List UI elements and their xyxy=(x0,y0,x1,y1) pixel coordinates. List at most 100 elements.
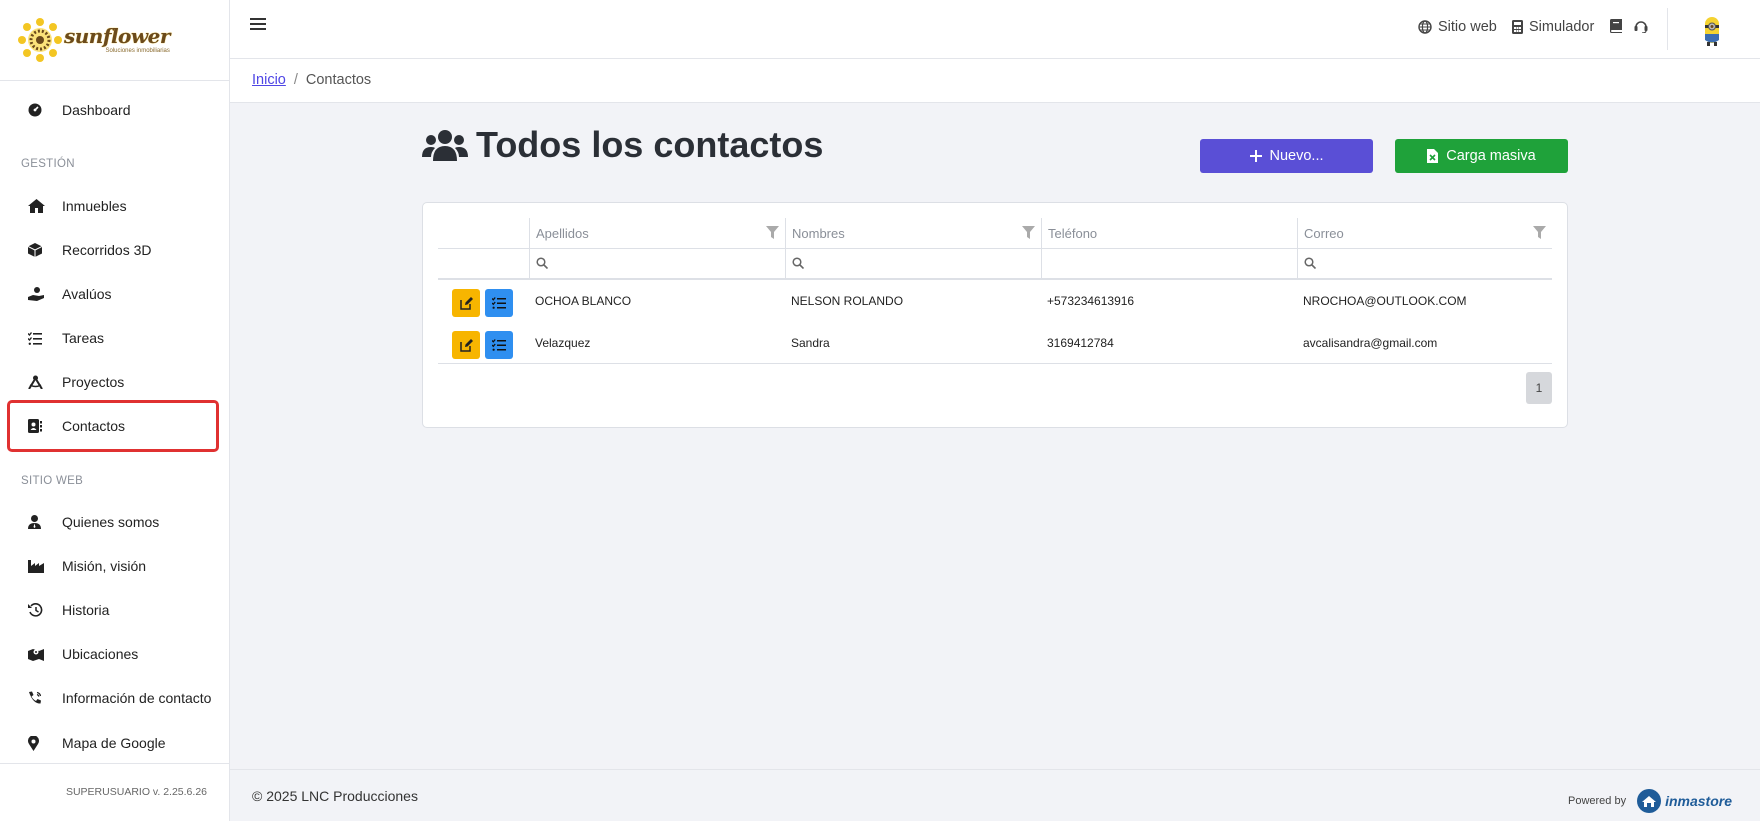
sidebar-item-label: Información de contacto xyxy=(62,690,212,706)
filter-icon[interactable] xyxy=(1533,226,1546,242)
list-check-icon xyxy=(492,297,506,309)
hamburger-icon xyxy=(250,18,266,30)
sidebar-item-label: Tareas xyxy=(62,330,105,346)
cell-nombres: NELSON ROLANDO xyxy=(791,294,904,308)
industry-icon xyxy=(28,558,48,574)
cube-icon xyxy=(28,242,48,258)
calculator-icon xyxy=(1512,20,1523,34)
manual-button[interactable] xyxy=(1610,19,1628,33)
page-title-text: Todos los contactos xyxy=(476,124,824,165)
sidebar: sunflower Soluciones inmobiliarias Dashb… xyxy=(0,0,230,821)
edit-button[interactable] xyxy=(452,289,480,317)
file-excel-icon xyxy=(1427,149,1439,163)
sidebar-item-dashboard[interactable]: Dashboard xyxy=(28,99,131,121)
users-icon xyxy=(422,127,468,163)
sidebar-item-label: Recorridos 3D xyxy=(62,242,152,258)
menu-toggle-button[interactable] xyxy=(250,16,270,38)
sidebar-item-proyectos[interactable]: Proyectos xyxy=(28,371,124,393)
sidebar-item-label: Proyectos xyxy=(62,374,125,390)
pagination-page-button[interactable]: 1 xyxy=(1526,372,1552,404)
compass-drafting-icon xyxy=(28,374,48,390)
grid-header-row: Apellidos Nombres Teléfono Correo xyxy=(438,218,1552,249)
column-header-correo[interactable]: Correo xyxy=(1297,218,1552,249)
sidebar-item-quienes-somos[interactable]: Quienes somos xyxy=(28,511,159,533)
footer: © 2025 LNC Producciones Powered by inmas… xyxy=(230,769,1760,821)
breadcrumb: Inicio / Contactos xyxy=(252,72,371,88)
sidebar-item-label: Misión, visión xyxy=(62,558,147,574)
cell-apellidos: Velazquez xyxy=(535,336,591,350)
tasks-icon xyxy=(28,330,48,346)
tasks-button[interactable] xyxy=(485,331,513,359)
sidebar-item-label: Mapa de Google xyxy=(62,735,166,751)
globe-icon xyxy=(1418,20,1432,34)
tasks-button[interactable] xyxy=(485,289,513,317)
inmastore-logo[interactable]: inmastore xyxy=(1636,788,1732,814)
support-button[interactable] xyxy=(1634,19,1654,33)
new-contact-label: Nuevo... xyxy=(1269,148,1324,164)
sidebar-item-label: Dashboard xyxy=(62,102,131,118)
cell-nombres: Sandra xyxy=(791,336,830,350)
sidebar-item-tareas[interactable]: Tareas xyxy=(28,327,104,349)
section-heading-gestion: GESTIÓN xyxy=(21,158,75,170)
column-header-nombres[interactable]: Nombres xyxy=(785,218,1041,249)
breadcrumb-bar: Inicio / Contactos xyxy=(230,59,1760,103)
sidebar-item-label: Avalúos xyxy=(62,286,112,302)
actions-column-header xyxy=(438,218,529,249)
inmastore-brand-text: inmastore xyxy=(1665,793,1733,809)
sidebar-item-mapa-google[interactable]: Mapa de Google xyxy=(28,732,166,754)
column-header-apellidos[interactable]: Apellidos xyxy=(529,218,785,249)
minion-avatar-icon xyxy=(1705,17,1719,46)
cell-telefono: +573234613916 xyxy=(1047,294,1135,308)
map-marker-icon xyxy=(28,735,48,751)
book-icon xyxy=(1610,19,1622,33)
column-header-label: Nombres xyxy=(792,226,845,241)
powered-by: Powered by inmastore xyxy=(1568,788,1732,814)
column-header-telefono[interactable]: Teléfono xyxy=(1041,218,1297,249)
simulador-link[interactable]: Simulador xyxy=(1512,19,1594,35)
filter-icon[interactable] xyxy=(766,226,779,242)
search-filter-correo[interactable] xyxy=(1297,249,1552,278)
table-row: OCHOA BLANCO NELSON ROLANDO +57323461391… xyxy=(438,280,1552,322)
edit-icon xyxy=(459,338,473,352)
sunflower-icon xyxy=(18,18,62,62)
sidebar-item-label: Inmuebles xyxy=(62,198,127,214)
sunflower-logo[interactable]: sunflower Soluciones inmobiliarias xyxy=(18,18,170,62)
contacts-card: Apellidos Nombres Teléfono Correo OCHOA … xyxy=(422,202,1568,428)
logo-subtitle: Soluciones inmobiliarias xyxy=(105,48,170,54)
headset-icon xyxy=(1634,19,1648,33)
filter-cell-empty xyxy=(438,249,529,278)
plus-icon xyxy=(1249,150,1262,162)
inmastore-logo-icon xyxy=(1637,789,1662,813)
bulk-upload-button[interactable]: Carga masiva xyxy=(1395,139,1568,173)
cell-correo: avcalisandra@gmail.com xyxy=(1303,336,1438,350)
search-filter-apellidos[interactable] xyxy=(529,249,785,278)
sidebar-item-recorridos[interactable]: Recorridos 3D xyxy=(28,239,151,261)
new-contact-button[interactable]: Nuevo... xyxy=(1200,139,1373,173)
search-icon xyxy=(1304,257,1317,270)
filter-icon[interactable] xyxy=(1022,226,1035,242)
copyright-text: © 2025 LNC Producciones xyxy=(252,788,418,804)
search-filter-nombres[interactable] xyxy=(785,249,1041,278)
sitio-web-link[interactable]: Sitio web xyxy=(1418,19,1497,35)
user-avatar[interactable] xyxy=(1702,15,1722,47)
sidebar-item-historia[interactable]: Historia xyxy=(28,599,109,621)
edit-button[interactable] xyxy=(452,331,480,359)
search-icon xyxy=(792,257,805,270)
sidebar-item-ubicaciones[interactable]: Ubicaciones xyxy=(28,643,138,665)
sidebar-item-mision-vision[interactable]: Misión, visión xyxy=(28,555,146,577)
search-icon xyxy=(536,257,549,270)
column-header-label: Teléfono xyxy=(1048,226,1098,241)
sidebar-item-avaluos[interactable]: Avalúos xyxy=(28,283,112,305)
home-icon xyxy=(28,198,48,214)
contacts-grid: Apellidos Nombres Teléfono Correo OCHOA … xyxy=(438,218,1552,364)
map-location-icon xyxy=(28,646,48,662)
sidebar-item-informacion-contacto[interactable]: Información de contacto xyxy=(28,687,211,709)
sidebar-item-inmuebles[interactable]: Inmuebles xyxy=(28,195,127,217)
user-tie-icon xyxy=(28,514,48,530)
breadcrumb-home-link[interactable]: Inicio xyxy=(252,72,286,88)
topbar: Sitio web Simulador xyxy=(230,0,1760,59)
column-header-label: Apellidos xyxy=(536,226,589,241)
search-filter-telefono[interactable] xyxy=(1041,249,1297,278)
breadcrumb-separator: / xyxy=(293,72,298,88)
topbar-divider xyxy=(1667,8,1668,50)
